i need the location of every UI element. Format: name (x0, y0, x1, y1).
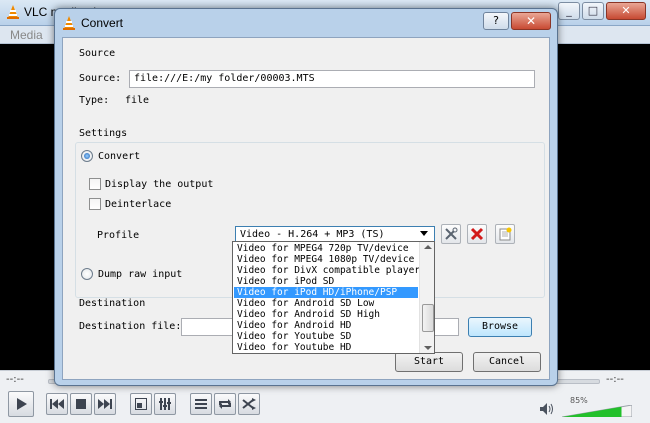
play-button[interactable] (8, 391, 34, 417)
play-icon (17, 398, 27, 410)
fullscreen-icon (135, 398, 147, 410)
volume-percent: 85% (570, 396, 588, 405)
tools-icon (445, 227, 458, 240)
scroll-thumb[interactable] (422, 304, 434, 332)
profile-option[interactable]: Video for iPod HD/iPhone/PSP (234, 287, 418, 298)
profile-option[interactable]: Video for Android SD High (234, 309, 418, 320)
type-value: file (125, 95, 150, 106)
delete-profile-button[interactable] (467, 224, 487, 244)
shuffle-icon (242, 398, 256, 410)
profile-option[interactable]: Video for MPEG4 720p TV/device (234, 243, 418, 254)
profile-option[interactable]: Video for Youtube SD (234, 331, 418, 342)
deinterlace-checkbox[interactable] (89, 198, 101, 210)
settings-group-label: Settings (79, 128, 128, 139)
profile-option[interactable]: Video for Youtube HD (234, 342, 418, 353)
destination-file-label: Destination file: (79, 321, 182, 332)
scroll-down-icon[interactable] (424, 346, 432, 350)
new-document-icon (499, 227, 512, 241)
destination-group-label: Destination (79, 298, 146, 309)
speaker-icon[interactable] (540, 403, 554, 415)
profile-option[interactable]: Video for iPod SD (234, 276, 418, 287)
playlist-button[interactable] (190, 393, 212, 415)
extended-settings-button[interactable] (154, 393, 176, 415)
type-label: Type: (79, 95, 110, 106)
elapsed-time: --:-- (6, 374, 24, 385)
vlc-cone-icon (7, 5, 19, 19)
minimize-button[interactable]: _ (558, 2, 580, 20)
display-output-checkbox[interactable] (89, 178, 101, 190)
source-group-label: Source (79, 48, 116, 59)
cancel-button[interactable]: Cancel (473, 352, 541, 372)
loop-icon (219, 399, 231, 409)
dropdown-scrollbar[interactable] (419, 242, 434, 353)
edit-profile-button[interactable] (441, 224, 461, 244)
profile-label: Profile (97, 230, 140, 241)
profile-option[interactable]: Video for MPEG4 1080p TV/device (234, 254, 418, 265)
help-button[interactable]: ? (483, 12, 509, 30)
next-icon (98, 399, 112, 409)
chevron-down-icon[interactable] (420, 231, 428, 236)
menu-media[interactable]: Media (10, 28, 43, 42)
dump-raw-radio[interactable] (81, 268, 93, 280)
previous-button[interactable] (46, 393, 68, 415)
equalizer-icon (159, 398, 171, 410)
new-profile-button[interactable] (495, 224, 515, 244)
shuffle-button[interactable] (238, 393, 260, 415)
delete-icon (470, 227, 484, 241)
dialog-titlebar: Convert ? ✕ (55, 9, 557, 37)
browse-button[interactable]: Browse (468, 317, 532, 337)
profile-option[interactable]: Video for Android HD (234, 320, 418, 331)
profile-option[interactable]: Video for Android SD Low (234, 298, 418, 309)
dialog-close-button[interactable]: ✕ (511, 12, 551, 30)
previous-icon (50, 399, 64, 409)
start-button[interactable]: Start (395, 352, 463, 372)
dump-raw-label[interactable]: Dump raw input (98, 269, 182, 280)
volume-slider[interactable] (562, 405, 632, 417)
convert-label[interactable]: Convert (98, 151, 140, 162)
vlc-cone-icon (63, 16, 75, 30)
close-button[interactable]: ✕ (606, 2, 646, 20)
source-label: Source: (79, 73, 122, 84)
convert-radio[interactable] (81, 150, 93, 162)
scroll-up-icon[interactable] (424, 245, 432, 249)
stop-button[interactable] (70, 393, 92, 415)
playlist-icon (195, 399, 207, 409)
source-input[interactable]: file:///E:/my folder/00003.MTS (129, 70, 535, 88)
maximize-button[interactable]: □ (582, 2, 604, 20)
profile-option[interactable]: Video for DivX compatible player (234, 265, 420, 276)
profile-dropdown-list: Video for MPEG4 720p TV/device Video for … (232, 241, 435, 354)
total-time: --:-- (606, 374, 624, 385)
next-button[interactable] (94, 393, 116, 415)
stop-icon (76, 399, 86, 409)
display-output-label[interactable]: Display the output (105, 179, 213, 190)
deinterlace-label[interactable]: Deinterlace (105, 199, 171, 210)
dialog-title: Convert (81, 16, 124, 30)
fullscreen-button[interactable] (130, 393, 152, 415)
loop-button[interactable] (214, 393, 236, 415)
